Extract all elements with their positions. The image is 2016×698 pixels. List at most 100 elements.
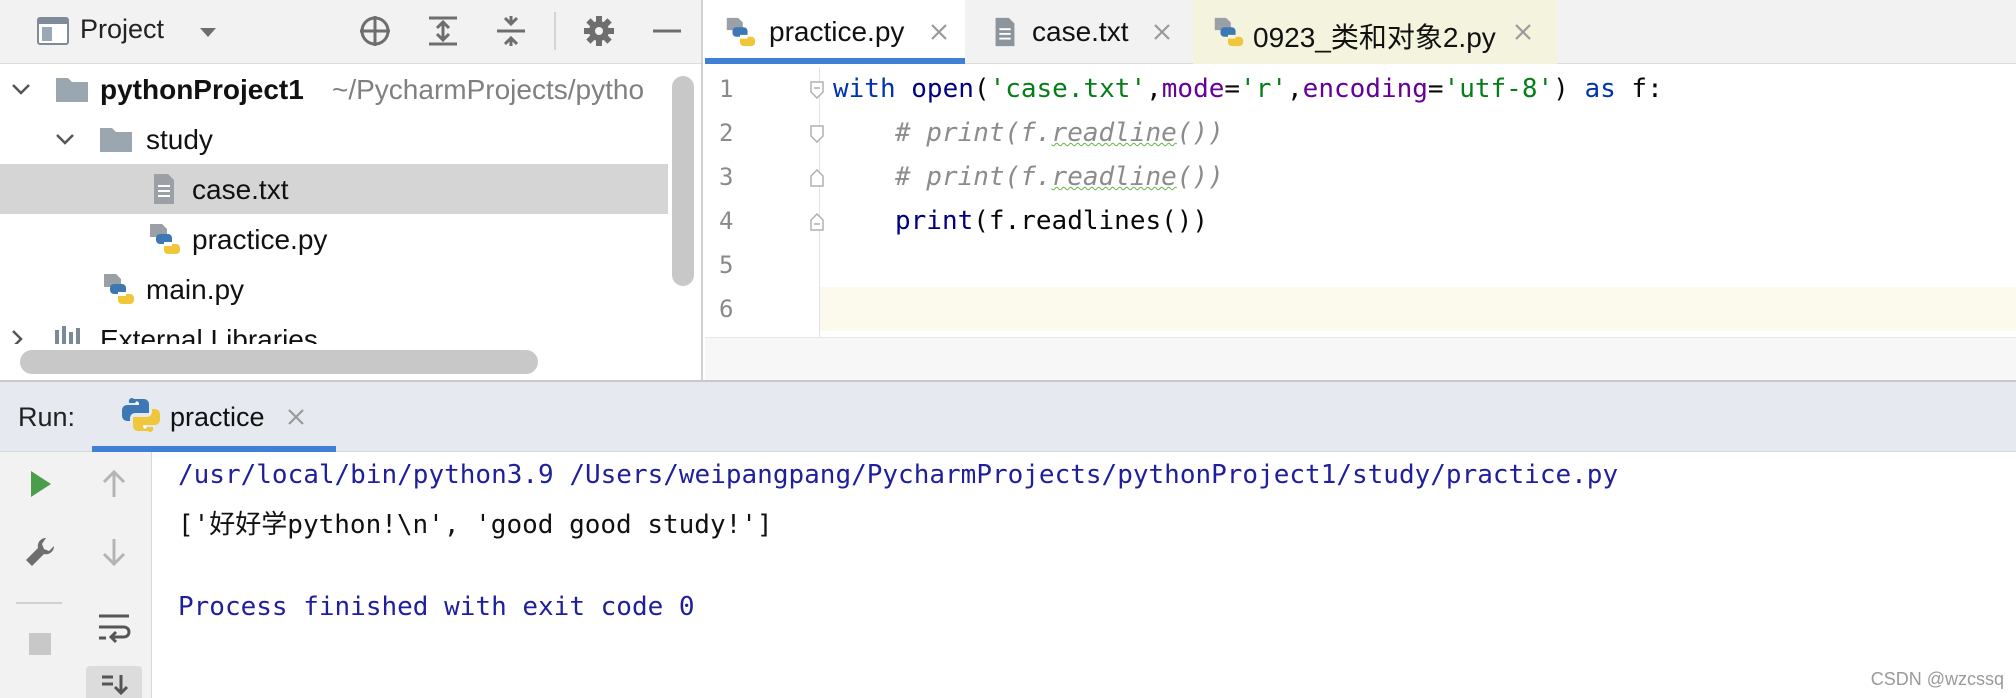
- line-number: 6: [719, 295, 734, 323]
- chevron-down-icon[interactable]: [196, 20, 220, 44]
- tree-item-label: pythonProject1: [100, 74, 304, 105]
- line-number: 4: [719, 207, 734, 235]
- code-text: (f.readlines()): [973, 206, 1209, 236]
- tab-practice-py[interactable]: practice.py: [705, 0, 965, 64]
- folder-icon: [98, 122, 134, 156]
- tree-horizontal-scrollbar[interactable]: [20, 350, 538, 374]
- header-separator: [554, 12, 556, 50]
- scroll-to-end-icon[interactable]: [86, 666, 142, 698]
- punctuation: ,: [1287, 74, 1303, 104]
- string-literal: 'utf-8': [1443, 74, 1554, 104]
- comment-text: ()): [1176, 118, 1224, 148]
- code-area[interactable]: with open('case.txt',mode='r',encoding='…: [833, 67, 2003, 337]
- tree-item-case-txt[interactable]: case.txt: [0, 164, 668, 214]
- tree-item-main-py[interactable]: main.py: [0, 264, 668, 314]
- scroll-down-icon[interactable]: [88, 526, 140, 578]
- expand-all-icon[interactable]: [424, 12, 462, 50]
- code-line-3: # print(f.readline()): [895, 155, 1224, 199]
- python-file-icon: [146, 222, 182, 256]
- python-file-icon: [1211, 15, 1245, 49]
- close-icon[interactable]: [927, 20, 951, 44]
- stop-icon[interactable]: [14, 618, 66, 670]
- tree-item-pythonproject1[interactable]: pythonProject1 ~/PycharmProjects/pytho: [0, 64, 668, 114]
- fold-end-icon[interactable]: [809, 212, 825, 231]
- tree-item-external-libraries[interactable]: External Libraries: [0, 314, 668, 344]
- tab-label: case.txt: [1032, 16, 1129, 47]
- project-view-title[interactable]: Project: [80, 14, 164, 45]
- tab-case-txt[interactable]: case.txt: [970, 0, 1190, 64]
- editor-bottom-bar: [705, 337, 2016, 380]
- folder-icon: [54, 72, 90, 106]
- tree-item-label: study: [146, 124, 213, 155]
- project-tool-window: Project pythonProject1 ~/PycharmProjects…: [0, 0, 703, 380]
- typo-text: readline: [1051, 118, 1177, 148]
- code-line-2: # print(f.readline()): [895, 111, 1224, 155]
- builtin-function: open: [911, 74, 974, 104]
- run-header: Run: practice: [0, 382, 2016, 452]
- python-file-icon: [723, 15, 757, 49]
- rerun-icon[interactable]: [14, 458, 66, 510]
- settings-wrench-icon[interactable]: [14, 526, 66, 578]
- text-file-icon: [146, 172, 182, 206]
- comment-text: ()): [1176, 162, 1224, 192]
- tree-item-practice-py[interactable]: practice.py: [0, 214, 668, 264]
- editor: practice.py case.txt 0923_类和对象2.py 1 2 3…: [705, 0, 2016, 380]
- scroll-up-icon[interactable]: [88, 458, 140, 510]
- code-line-1: with open('case.txt',mode='r',encoding='…: [833, 67, 1663, 111]
- editor-tab-bar: practice.py case.txt 0923_类和对象2.py: [705, 0, 2016, 64]
- punctuation: ): [1553, 74, 1585, 104]
- punctuation: ,: [1146, 74, 1162, 104]
- hide-icon[interactable]: [648, 12, 686, 50]
- console-exit-status: Process finished with exit code 0: [178, 592, 695, 622]
- fold-marker-icon: [809, 168, 825, 187]
- tree-item-study[interactable]: study: [0, 114, 668, 164]
- punctuation: =: [1224, 74, 1241, 104]
- run-tab-label: practice: [170, 402, 265, 432]
- line-number: 2: [719, 119, 734, 147]
- python-file-icon: [100, 272, 136, 306]
- chevron-down-icon[interactable]: [52, 126, 78, 152]
- tree-vertical-scrollbar[interactable]: [672, 76, 694, 286]
- console-program-output: ['好好学python!\n', 'good good study!']: [178, 510, 773, 540]
- punctuation: =: [1427, 74, 1444, 104]
- tree-item-label: main.py: [146, 274, 245, 305]
- close-icon[interactable]: [1511, 20, 1535, 44]
- watermark: CSDN @wzcssq: [1870, 669, 2004, 689]
- close-icon[interactable]: [1150, 20, 1174, 44]
- fold-marker-icon: [809, 125, 825, 144]
- keyword: with: [833, 74, 896, 104]
- chevron-down-icon[interactable]: [8, 76, 34, 102]
- tree-item-label: case.txt: [192, 174, 289, 205]
- line-number-gutter: 1 2 3 4 5 6: [705, 67, 824, 337]
- keyword: as: [1584, 74, 1616, 104]
- string-literal: 'r': [1240, 74, 1288, 104]
- line-number: 1: [719, 75, 734, 103]
- chevron-right-icon[interactable]: [4, 326, 30, 344]
- typo-text: readline: [1051, 162, 1177, 192]
- run-toolbar: [0, 452, 152, 698]
- comment-text: # print(f.: [895, 118, 1052, 148]
- keyword-argument: encoding: [1302, 74, 1428, 104]
- fold-icon[interactable]: [809, 81, 825, 100]
- tab-label: practice.py: [769, 16, 905, 47]
- punctuation: (: [973, 74, 990, 104]
- console-command-line: /usr/local/bin/python3.9 /Users/weipangp…: [178, 460, 1619, 490]
- python-icon: [122, 397, 160, 433]
- toolbar-separator: [16, 602, 62, 604]
- project-tree: pythonProject1 ~/PycharmProjects/pytho s…: [0, 64, 668, 344]
- tree-item-label: practice.py: [192, 224, 328, 255]
- tree-item-path: ~/PycharmProjects/pytho: [332, 74, 645, 105]
- soft-wrap-icon[interactable]: [88, 602, 140, 654]
- text-file-icon: [988, 15, 1022, 49]
- line-number: 5: [719, 251, 734, 279]
- settings-icon[interactable]: [580, 12, 618, 50]
- close-icon[interactable]: [284, 405, 308, 429]
- run-tab-practice[interactable]: practice: [92, 382, 336, 452]
- project-view-icon[interactable]: [36, 14, 70, 48]
- tab-label: 0923_类和对象2.py: [1253, 22, 1496, 53]
- select-opened-file-icon[interactable]: [356, 12, 394, 50]
- run-tool-window: Run: practice /usr/local/bin/python3.9 /…: [0, 380, 2016, 698]
- tab-0923-class-and-object-2-py[interactable]: 0923_类和对象2.py: [1193, 0, 1557, 64]
- builtin-function: print: [895, 206, 974, 236]
- collapse-all-icon[interactable]: [492, 12, 530, 50]
